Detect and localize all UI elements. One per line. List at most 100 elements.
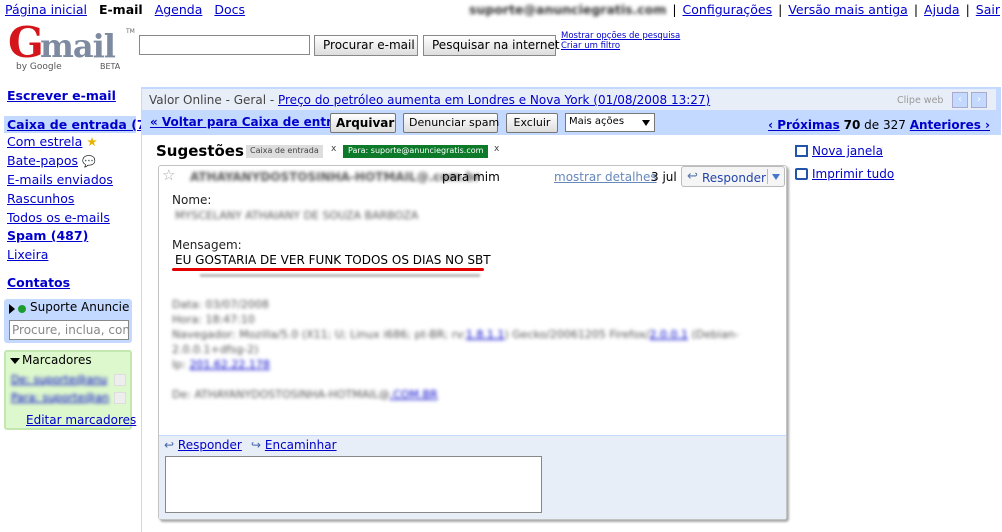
sign-out-link[interactable]: Sair <box>976 2 1000 17</box>
sidebar-item-starred-label: Com estrela <box>7 134 83 149</box>
underline-shadow <box>200 274 480 277</box>
web-clip-headline-link[interactable]: Preço do petróleo aumenta em Londres e N… <box>278 93 710 107</box>
red-underline-annotation <box>172 268 484 271</box>
label-chip-to[interactable]: Para: suporte@anunciegratis.com <box>343 145 489 158</box>
nav-email: E-mail <box>98 2 143 17</box>
newer-link[interactable]: ‹ Próximas <box>768 118 840 132</box>
field-from: De: ATHAYANYDOSTOSINHA-HOTMAIL@.COM.BR <box>172 388 438 401</box>
label-color-box <box>114 392 126 404</box>
forward-arrow-icon: ↪ <box>251 438 262 452</box>
field-name-label: Nome: <box>172 193 212 207</box>
firefox-version-link[interactable]: 2.0.0.1 <box>650 328 688 341</box>
web-clip-label: Clipe web <box>897 95 944 106</box>
sender-name[interactable]: ATHAYANYDOSTOSINHA-HOTMAIL@.com.br <box>190 170 480 184</box>
reply-link[interactable]: ↩ Responder <box>164 438 242 452</box>
new-window-icon <box>795 145 808 157</box>
settings-link[interactable]: Configurações <box>683 2 773 17</box>
sidebar-item-trash[interactable]: Lixeira <box>7 247 48 262</box>
new-window-label: Nova janela <box>812 144 883 158</box>
reply-arrow-icon: ↩ <box>687 169 698 184</box>
chat-search-input[interactable]: Procure, inclua, convi <box>9 320 129 340</box>
field-name-value: MYSCELANY ATHAIANY DE SOUZA BARBOZA <box>175 209 419 222</box>
field-message-label: Mensagem: <box>172 238 242 252</box>
delete-button[interactable]: Excluir <box>506 113 558 133</box>
nav-docs-link[interactable]: Docs <box>214 2 245 17</box>
contacts-link[interactable]: Contatos <box>7 275 70 290</box>
logo-text: mail <box>40 27 116 65</box>
reply-textarea[interactable] <box>165 456 542 513</box>
sidebar-item-sent[interactable]: E-mails enviados <box>7 172 113 187</box>
collapse-triangle-icon[interactable] <box>10 358 20 364</box>
star-icon: ★ <box>86 134 98 149</box>
pager: ‹ Próximas 70 de 327 Anteriores › <box>768 118 990 132</box>
label-item[interactable]: De: suporte@anu <box>11 373 107 386</box>
expand-triangle-icon[interactable] <box>9 304 15 314</box>
printer-icon <box>795 168 808 180</box>
recipient-to-me: para mim <box>442 170 500 184</box>
remove-label-icon[interactable]: x <box>331 144 336 154</box>
field-time: Hora: 18:47:10 <box>172 313 255 326</box>
gmail-logo[interactable]: G mail TM by Google BETA <box>8 18 135 77</box>
sidebar-item-spam[interactable]: Spam (487) <box>7 228 88 243</box>
compose-link[interactable]: Escrever e-mail <box>7 88 116 103</box>
browser-version-link[interactable]: 1.8.1.1 <box>466 328 504 341</box>
sidebar-item-all-mail[interactable]: Todos os e-mails <box>7 210 110 225</box>
nav-calendar-link[interactable]: Agenda <box>155 2 203 17</box>
label-color-box <box>114 374 126 386</box>
more-actions-select[interactable]: Mais ações <box>565 113 655 132</box>
reply-arrow-icon: ↩ <box>164 438 175 452</box>
older-version-link[interactable]: Versão mais antiga <box>788 2 908 17</box>
search-mail-button[interactable]: Procurar e-mail <box>314 35 418 56</box>
chat-user-name[interactable]: Suporte Anuncie <box>30 300 129 314</box>
help-link[interactable]: Ajuda <box>924 2 960 17</box>
print-all-label: Imprimir tudo <box>812 167 895 181</box>
label-chip-inbox[interactable]: Caixa de entrada <box>246 145 323 158</box>
show-search-options-link[interactable]: Mostrar opções de pesquisa <box>561 31 680 41</box>
ip-link[interactable]: 201.62.22.178 <box>189 358 269 371</box>
more-actions-label: Mais ações <box>569 116 625 127</box>
account-email: suporte@anunciegratis.com <box>469 2 667 17</box>
logo-by-google: by Google <box>16 62 62 72</box>
web-clip-next-button[interactable]: › <box>971 92 987 108</box>
new-window-link[interactable]: Nova janela <box>795 144 883 158</box>
web-clip-prev-button[interactable]: ‹ <box>952 92 968 108</box>
search-input[interactable] <box>139 35 310 55</box>
sidebar-item-chats-label: Bate-papos <box>7 153 79 168</box>
web-clip-source: Valor Online - Geral - <box>149 93 278 107</box>
print-all-link[interactable]: Imprimir tudo <box>795 167 894 181</box>
sidebar-item-inbox[interactable]: Caixa de entrada (77) <box>7 117 160 132</box>
top-nav: Página inicial E-mail Agenda Docs <box>5 2 253 17</box>
back-to-inbox-link[interactable]: « Voltar para Caixa de entrada <box>150 115 357 129</box>
field-message-value: EU GOSTARIA DE VER FUNK TODOS OS DIAS NO… <box>175 253 491 267</box>
forward-link[interactable]: ↪ Encaminhar <box>251 438 337 452</box>
reply-button[interactable]: ↩ Responder <box>681 166 785 187</box>
show-details-link[interactable]: mostrar detalhes <box>554 170 657 184</box>
label-item[interactable]: Para: suporte@an <box>11 391 109 404</box>
edit-labels-link[interactable]: Editar marcadores <box>26 413 136 427</box>
reply-options-dropdown-icon[interactable] <box>772 174 780 180</box>
sidebar-item-chats[interactable]: Bate-papos 💬 <box>7 153 96 168</box>
logo-beta: BETA <box>100 62 121 71</box>
field-date: Data: 03/07/2008 <box>172 298 269 311</box>
star-toggle-icon[interactable]: ☆ <box>162 166 175 184</box>
message-date: 3 jul <box>651 170 677 184</box>
remove-label-icon[interactable]: x <box>494 144 499 154</box>
create-filter-link[interactable]: Criar um filtro <box>561 41 680 51</box>
from-domain-link[interactable]: .COM.BR <box>390 388 438 401</box>
report-spam-button[interactable]: Denunciar spam <box>403 113 499 133</box>
reply-link-label: Responder <box>177 438 242 452</box>
field-ip: Ip: 201.62.22.178 <box>172 358 270 371</box>
chevron-down-icon <box>642 120 650 126</box>
sidebar-item-drafts[interactable]: Rascunhos <box>7 191 74 206</box>
top-right-links: suporte@anunciegratis.com | Configuraçõe… <box>469 2 1000 17</box>
search-web-button[interactable]: Pesquisar na internet <box>423 35 560 56</box>
older-link[interactable]: Anteriores › <box>910 118 990 132</box>
nav-home-link[interactable]: Página inicial <box>5 2 87 17</box>
reply-button-label: Responder <box>702 171 766 185</box>
forward-link-label: Encaminhar <box>264 438 337 452</box>
archive-button[interactable]: Arquivar <box>330 113 396 133</box>
logo-letter: G <box>8 18 44 67</box>
sidebar-item-starred[interactable]: Com estrela ★ <box>7 134 98 149</box>
web-clip-bar: Valor Online - Geral - Preço do petróleo… <box>142 89 996 111</box>
labels-title: Marcadores <box>22 353 92 367</box>
